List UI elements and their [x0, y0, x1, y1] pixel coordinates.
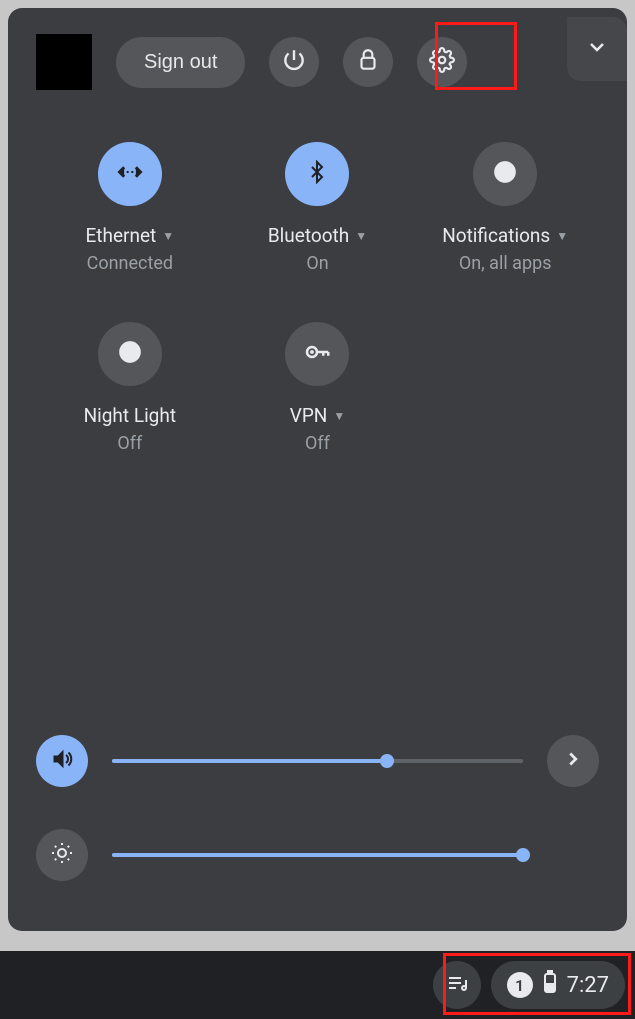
notification-badge: 1 [507, 972, 533, 998]
quick-toggles-grid: Ethernet ▼ Connected Bluetooth ▼ On Notificati… [36, 142, 599, 454]
caret-down-icon: ▼ [162, 229, 174, 243]
toggle-label: Night Light [84, 404, 176, 427]
taskbar: 1 7:27 [0, 951, 635, 1019]
power-icon [281, 47, 307, 77]
lock-button[interactable] [343, 37, 393, 87]
brightness-slider[interactable] [112, 853, 523, 857]
toggle-status: Off [117, 433, 142, 454]
toggle-label-row: Bluetooth ▼ [268, 224, 367, 247]
ethernet-icon-circle [98, 142, 162, 206]
ethernet-icon [116, 158, 144, 190]
toggle-status: Off [305, 433, 330, 454]
bluetooth-icon [305, 160, 329, 188]
sliders-section [36, 735, 599, 911]
toggle-notifications[interactable]: Notifications ▼ On, all apps [411, 142, 599, 274]
chevron-down-icon [585, 35, 609, 63]
caret-down-icon: ▼ [333, 409, 345, 423]
toggle-label-row: Ethernet ▼ [85, 224, 174, 247]
quick-settings-panel: Sign out Ethernet ▼ Connected Bluetooth ▼ On N… [8, 8, 627, 931]
toggle-status: On [306, 253, 328, 274]
toggle-label: Notifications [442, 224, 550, 247]
header-row: Sign out [36, 28, 599, 90]
nightlight-icon-circle [98, 322, 162, 386]
status-tray[interactable]: 1 7:27 [491, 961, 625, 1009]
toggle-status: On, all apps [459, 253, 552, 274]
toggle-label: Ethernet [85, 224, 156, 247]
volume-row [36, 735, 599, 787]
power-button[interactable] [269, 37, 319, 87]
toggle-label-row: VPN ▼ [290, 404, 346, 427]
brightness-icon [50, 841, 74, 869]
toggle-bluetooth[interactable]: Bluetooth ▼ On [224, 142, 412, 274]
toggle-status: Connected [87, 253, 173, 274]
chevron-right-icon [562, 748, 584, 774]
brightness-row [36, 829, 599, 881]
audio-settings-button[interactable] [547, 735, 599, 787]
toggle-nightlight[interactable]: Night Light Off [36, 322, 224, 454]
toggle-label-row: Night Light [84, 404, 176, 427]
battery-icon [543, 970, 557, 1000]
caret-down-icon: ▼ [355, 229, 367, 243]
notifications-icon-circle [473, 142, 537, 206]
brightness-button[interactable] [36, 829, 88, 881]
sign-out-button[interactable]: Sign out [116, 37, 245, 88]
toggle-label: VPN [290, 404, 328, 427]
clock-time: 7:27 [567, 973, 609, 998]
lock-icon [355, 47, 381, 77]
avatar[interactable] [36, 34, 92, 90]
volume-slider[interactable] [112, 759, 523, 763]
volume-button[interactable] [36, 735, 88, 787]
collapse-button[interactable] [567, 17, 627, 81]
toggle-label-row: Notifications ▼ [442, 224, 568, 247]
music-queue-icon [445, 971, 469, 999]
toggle-label: Bluetooth [268, 224, 349, 247]
settings-button[interactable] [417, 37, 467, 87]
toggle-ethernet[interactable]: Ethernet ▼ Connected [36, 142, 224, 274]
nightlight-icon [117, 339, 143, 369]
gear-icon [429, 47, 455, 77]
volume-icon [50, 747, 74, 775]
media-controls-button[interactable] [433, 961, 481, 1009]
bluetooth-icon-circle [285, 142, 349, 206]
caret-down-icon: ▼ [556, 229, 568, 243]
vpn-icon [302, 337, 332, 371]
vpn-icon-circle [285, 322, 349, 386]
notifications-icon [492, 159, 518, 189]
toggle-vpn[interactable]: VPN ▼Off [224, 322, 412, 454]
